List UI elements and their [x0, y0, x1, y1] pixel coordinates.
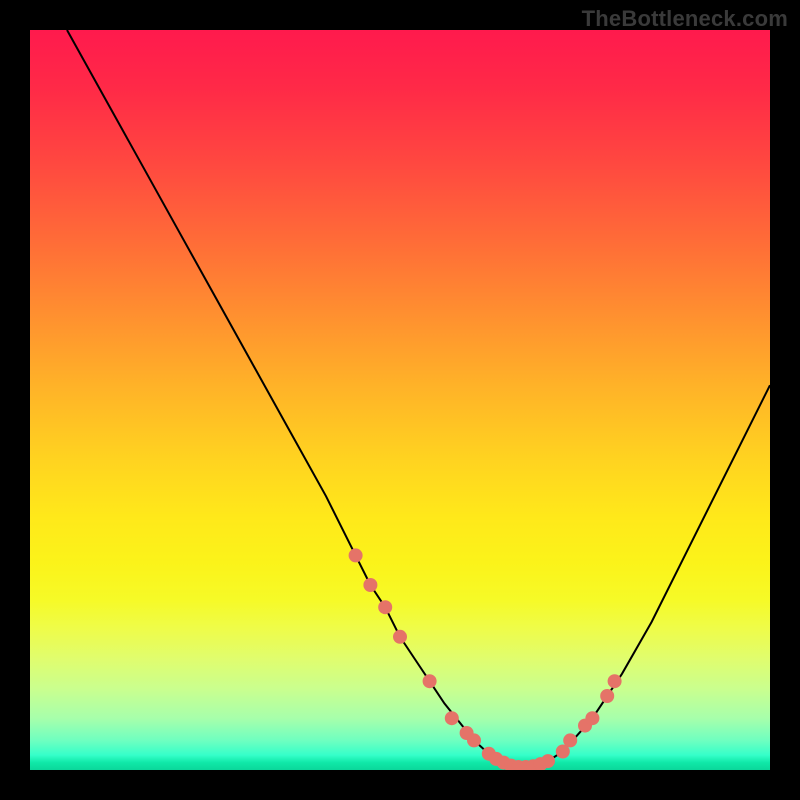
curve-layer — [30, 30, 770, 770]
marker-dot — [349, 548, 363, 562]
marker-dot — [467, 733, 481, 747]
marker-dot — [585, 711, 599, 725]
marker-dot — [393, 630, 407, 644]
marker-dot — [423, 674, 437, 688]
marker-dot — [445, 711, 459, 725]
watermark-text: TheBottleneck.com — [582, 6, 788, 32]
marker-dot — [541, 754, 555, 768]
marker-group — [349, 548, 622, 770]
marker-dot — [363, 578, 377, 592]
bottleneck-curve — [67, 30, 770, 767]
marker-dot — [378, 600, 392, 614]
marker-dot — [608, 674, 622, 688]
chart-frame: TheBottleneck.com — [0, 0, 800, 800]
marker-dot — [563, 733, 577, 747]
plot-area — [30, 30, 770, 770]
marker-dot — [600, 689, 614, 703]
